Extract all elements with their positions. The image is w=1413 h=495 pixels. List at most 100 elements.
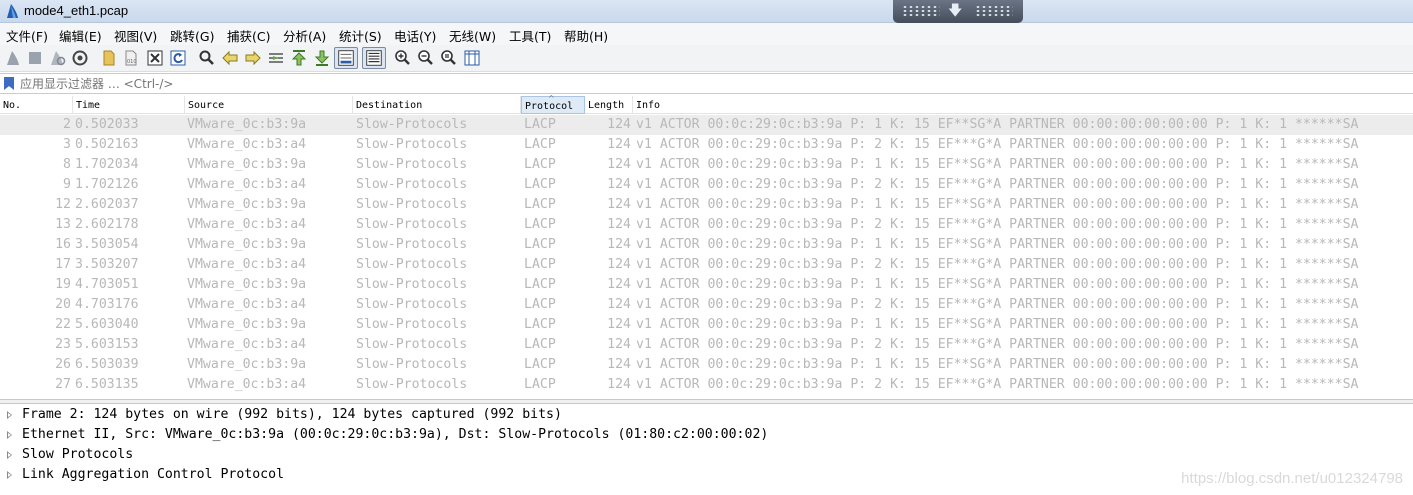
menu-edit[interactable]: 编辑(E) [59,26,102,45]
packet-destination: Slow-Protocols [356,277,468,292]
packet-destination: Slow-Protocols [356,117,468,132]
start-capture-icon[interactable] [4,49,22,67]
packet-row[interactable]: 9 1.702126 VMware_0c:b3:a4 Slow-Protocols LA… [0,175,1413,195]
packet-time: 1.702034 [75,157,139,172]
column-header-source[interactable]: Source [185,96,353,114]
packet-destination: Slow-Protocols [356,257,468,272]
packet-length: 124 [607,377,631,392]
detail-tree-item[interactable]: Link Aggregation Control Protocol [0,465,1413,485]
packet-source: VMware_0c:b3:9a [187,157,307,172]
expand-arrow-icon[interactable] [7,471,12,479]
menu-analyze[interactable]: 分析(A) [283,26,326,45]
packet-row[interactable]: 20 4.703176 VMware_0c:b3:a4 Slow-Protocols L… [0,295,1413,315]
detail-tree-item[interactable]: Slow Protocols [0,445,1413,465]
detail-tree-label: Link Aggregation Control Protocol [22,467,285,482]
column-header-length[interactable]: Length [585,96,633,114]
restart-capture-icon[interactable] [48,49,66,67]
packet-length: 124 [607,157,631,172]
column-header-no[interactable]: No. [0,96,73,114]
menu-file[interactable]: 文件(F) [6,26,48,45]
packet-row[interactable]: 13 2.602178 VMware_0c:b3:a4 Slow-Protocols L… [0,215,1413,235]
open-file-icon[interactable] [100,49,118,67]
packet-number: 13 [55,217,71,232]
packet-row[interactable]: 3 0.502163 VMware_0c:b3:a4 Slow-Protocols LA… [0,135,1413,155]
zoom-in-icon[interactable] [394,49,412,67]
packet-number: 16 [55,237,71,252]
menu-telephony[interactable]: 电话(Y) [394,26,436,45]
zoom-out-icon[interactable] [417,49,435,67]
packet-list[interactable]: 2 0.502033 VMware_0c:b3:9a Slow-Protocols LA… [0,115,1413,397]
go-back-icon[interactable] [221,49,239,67]
detail-tree-item[interactable]: Ethernet II, Src: VMware_0c:b3:9a (00:0c… [0,425,1413,445]
packet-info: v1 ACTOR 00:0c:29:0c:b3:9a P: 1 K: 15 EF… [636,317,1359,332]
expand-arrow-icon[interactable] [7,431,12,439]
packet-row[interactable]: 23 5.603153 VMware_0c:b3:a4 Slow-Protocols L… [0,335,1413,355]
column-header-time[interactable]: Time [73,96,185,114]
packet-protocol: LACP [524,197,556,212]
packet-row[interactable]: 19 4.703051 VMware_0c:b3:9a Slow-Protocols L… [0,275,1413,295]
window-drag-handle[interactable]: 🡇 [893,0,1023,23]
menu-statistics[interactable]: 统计(S) [339,26,382,45]
menu-tools[interactable]: 工具(T) [509,26,551,45]
sort-ascending-icon: ^ [548,94,555,103]
reload-file-icon[interactable] [169,49,187,67]
packet-source: VMware_0c:b3:a4 [187,177,307,192]
stop-capture-icon[interactable] [26,49,44,67]
packet-row[interactable]: 2 0.502033 VMware_0c:b3:9a Slow-Protocols LA… [0,115,1413,135]
packet-source: VMware_0c:b3:9a [187,317,307,332]
packet-row[interactable]: 12 2.602037 VMware_0c:b3:9a Slow-Protocols L… [0,195,1413,215]
find-packet-icon[interactable] [198,49,216,67]
first-packet-icon[interactable] [290,49,308,67]
column-header-info[interactable]: Info [633,96,1413,114]
save-file-icon[interactable]: 010 [122,49,140,67]
bookmark-icon[interactable] [4,77,14,90]
packet-length: 124 [607,337,631,352]
zoom-normal-icon[interactable] [440,49,458,67]
resize-columns-icon[interactable] [463,49,481,67]
expand-arrow-icon[interactable] [7,411,12,419]
packet-protocol: LACP [524,237,556,252]
menu-go[interactable]: 跳转(G) [170,26,214,45]
packet-number: 19 [55,277,71,292]
packet-length: 124 [607,137,631,152]
go-to-packet-icon[interactable] [267,49,285,67]
packet-row[interactable]: 26 6.503039 VMware_0c:b3:9a Slow-Protocols L… [0,355,1413,375]
menu-capture[interactable]: 捕获(C) [227,26,270,45]
detail-tree-label: Ethernet II, Src: VMware_0c:b3:9a (00:0c… [22,427,769,442]
close-file-icon[interactable] [146,49,164,67]
packet-time: 4.703176 [75,297,139,312]
packet-time: 5.603040 [75,317,139,332]
detail-tree-item[interactable]: Frame 2: 124 bytes on wire (992 bits), 1… [0,405,1413,425]
packet-protocol: LACP [524,157,556,172]
menu-help[interactable]: 帮助(H) [564,26,608,45]
auto-scroll-icon[interactable] [334,47,358,69]
packet-source: VMware_0c:b3:9a [187,197,307,212]
column-header-destination[interactable]: Destination [353,96,521,114]
packet-number: 17 [55,257,71,272]
packet-info: v1 ACTOR 00:0c:29:0c:b3:9a P: 1 K: 15 EF… [636,277,1359,292]
packet-row[interactable]: 22 5.603040 VMware_0c:b3:9a Slow-Protocols L… [0,315,1413,335]
pane-splitter[interactable] [0,399,1413,404]
packet-row[interactable]: 17 3.503207 VMware_0c:b3:a4 Slow-Protocols L… [0,255,1413,275]
packet-source: VMware_0c:b3:9a [187,357,307,372]
menu-wireless[interactable]: 无线(W) [449,26,496,45]
packet-row[interactable]: 16 3.503054 VMware_0c:b3:9a Slow-Protocols L… [0,235,1413,255]
packet-protocol: LACP [524,317,556,332]
packet-number: 27 [55,377,71,392]
packet-length: 124 [607,177,631,192]
go-forward-icon[interactable] [244,49,262,67]
packet-row[interactable]: 8 1.702034 VMware_0c:b3:9a Slow-Protocols LA… [0,155,1413,175]
expand-arrow-icon[interactable] [7,451,12,459]
packet-row[interactable]: 27 6.503135 VMware_0c:b3:a4 Slow-Protocols L… [0,375,1413,395]
packet-time: 0.502033 [75,117,139,132]
packet-time: 5.603153 [75,337,139,352]
packet-number: 8 [63,157,71,172]
packet-protocol: LACP [524,337,556,352]
capture-options-icon[interactable] [71,49,89,67]
packet-source: VMware_0c:b3:a4 [187,377,307,392]
last-packet-icon[interactable] [313,49,331,67]
packet-source: VMware_0c:b3:9a [187,277,307,292]
display-filter-input[interactable] [20,75,1400,92]
menu-view[interactable]: 视图(V) [114,26,157,45]
colorize-icon[interactable] [362,47,386,69]
